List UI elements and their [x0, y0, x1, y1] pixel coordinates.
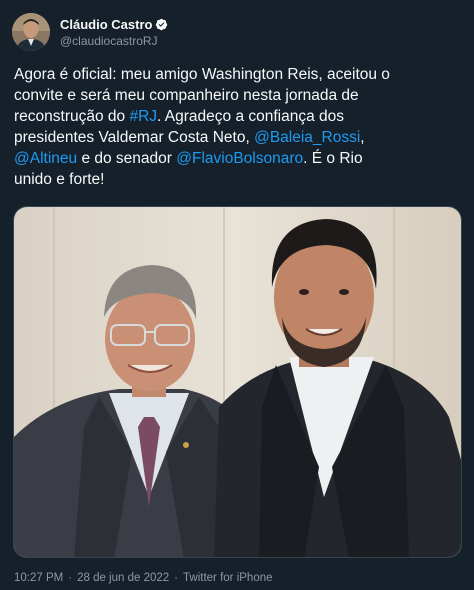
tweet-text-line: reconstrução do #RJ. Agradeço a confianç… [14, 106, 462, 127]
tweet-meta: 10:27 PM · 28 de jun de 2022 · Twitter f… [14, 572, 273, 584]
tweet-text-segment: reconstrução do [14, 108, 130, 125]
verified-badge-icon [156, 18, 168, 30]
mention-link[interactable]: @FlavioBolsonaro [176, 150, 303, 167]
tweet-text-segment: presidentes Valdemar Costa Neto, [14, 129, 255, 146]
tweet-text-segment: unido e forte! [14, 171, 105, 188]
tweet-body: Agora é oficial: meu amigo Washington Re… [14, 64, 462, 190]
photo-image [14, 207, 461, 557]
tweet-text-segment: e do senador [77, 150, 177, 167]
tweet-text-line: @Altineu e do senador @FlavioBolsonaro. … [14, 148, 462, 169]
tweet-text-segment: , [360, 129, 365, 146]
author-handle[interactable]: @claudiocastroRJ [60, 34, 168, 48]
tweet-text-segment: Agora é oficial: meu amigo Washington Re… [14, 66, 390, 83]
tweet-text-segment: . Agradeço a confiança dos [157, 108, 345, 125]
hashtag-link[interactable]: #RJ [129, 108, 157, 125]
mention-link[interactable]: @Baleia_Rossi [254, 129, 360, 146]
tweet-text-segment: . É o Rio [303, 150, 363, 167]
author-display-name[interactable]: Cláudio Castro [60, 17, 152, 32]
tweet-text-line: unido e forte! [14, 169, 462, 190]
tweet-source[interactable]: Twitter for iPhone [183, 572, 272, 584]
tweet-text-line: convite e será meu companheiro nesta jor… [14, 85, 462, 106]
tweet-text-segment: convite e será meu companheiro nesta jor… [14, 87, 359, 104]
tweet-date[interactable]: 28 de jun de 2022 [77, 572, 169, 584]
tweet-text-line: presidentes Valdemar Costa Neto, @Baleia… [14, 127, 462, 148]
tweet-time[interactable]: 10:27 PM [14, 572, 63, 584]
meta-separator-1: · [68, 572, 73, 584]
tweet-header: Cláudio Castro @claudiocastroRJ [12, 10, 462, 54]
meta-separator-2: · [174, 572, 179, 584]
avatar-image [12, 13, 50, 51]
mention-link[interactable]: @Altineu [14, 150, 77, 167]
tweet-text-line: Agora é oficial: meu amigo Washington Re… [14, 64, 462, 85]
author-avatar[interactable] [12, 13, 50, 51]
tweet-photo[interactable] [13, 206, 462, 558]
